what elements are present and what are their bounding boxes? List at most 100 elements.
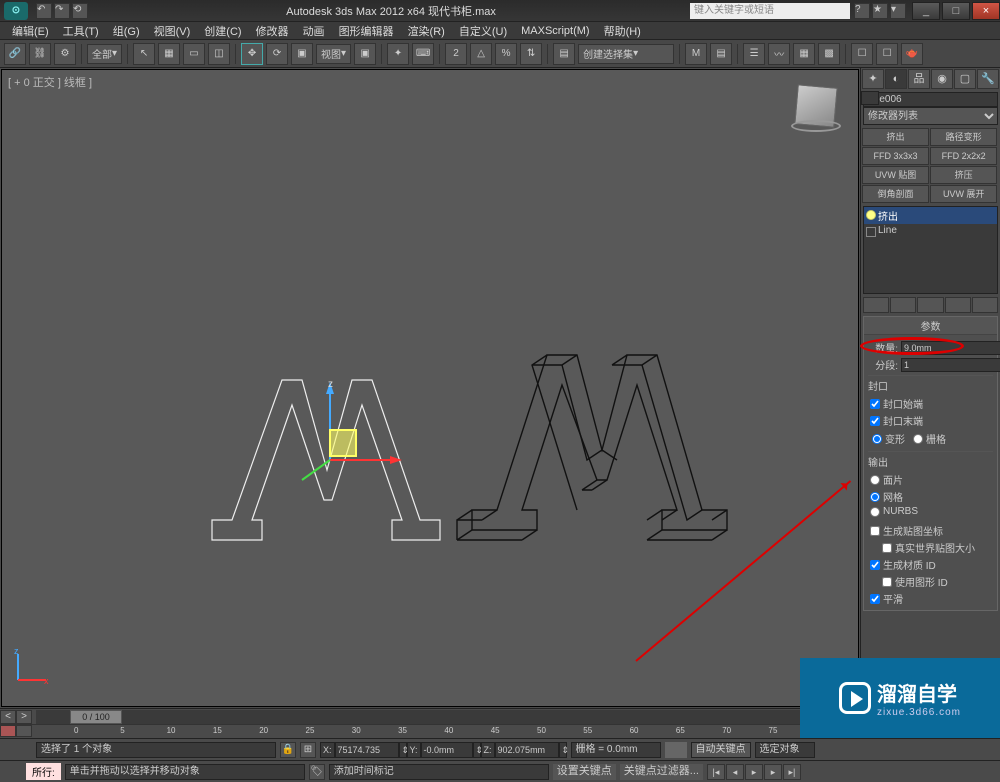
select-name-icon[interactable]: ▦ bbox=[158, 43, 180, 65]
scale-icon[interactable]: ▣ bbox=[291, 43, 313, 65]
layer-icon[interactable]: ☰ bbox=[743, 43, 765, 65]
spinner-icon[interactable]: ⇕ bbox=[473, 742, 481, 758]
link-icon[interactable]: 🔗 bbox=[4, 43, 26, 65]
spinner-icon[interactable]: ⇕ bbox=[559, 742, 567, 758]
genmap-checkbox[interactable] bbox=[870, 526, 880, 536]
menu-tools[interactable]: 工具(T) bbox=[57, 23, 105, 39]
unlink-icon[interactable]: ⛓ bbox=[29, 43, 51, 65]
nurbs-radio[interactable] bbox=[870, 507, 880, 517]
mod-btn-extrude[interactable]: 挤出 bbox=[862, 128, 929, 146]
morph-radio[interactable] bbox=[872, 434, 882, 444]
amount-input[interactable] bbox=[901, 341, 1000, 355]
autokey-button[interactable]: 自动关键点 bbox=[691, 742, 751, 758]
keyselset-dropdown[interactable]: 选定对象 bbox=[755, 742, 815, 758]
tab-utility-icon[interactable]: 🔧 bbox=[977, 69, 999, 89]
menu-render[interactable]: 渲染(R) bbox=[402, 23, 451, 39]
lock-icon[interactable]: 🔒 bbox=[280, 742, 296, 758]
goto-end-icon[interactable]: ▸| bbox=[783, 764, 801, 780]
menu-customize[interactable]: 自定义(U) bbox=[453, 23, 513, 39]
next-frame-icon[interactable]: ▸ bbox=[764, 764, 782, 780]
timetag-field[interactable]: 添加时间标记 bbox=[329, 764, 549, 780]
mod-btn-uvwunwrap[interactable]: UVW 展开 bbox=[930, 185, 997, 203]
menu-group[interactable]: 组(G) bbox=[107, 23, 146, 39]
y-input[interactable]: -0.0mm bbox=[421, 742, 473, 758]
tab-display-icon[interactable]: ▢ bbox=[954, 69, 976, 89]
trackbar-icon[interactable] bbox=[16, 725, 32, 737]
minimize-button[interactable]: _ bbox=[912, 2, 940, 20]
menu-grapheditor[interactable]: 图形编辑器 bbox=[333, 23, 400, 39]
filter-dropdown[interactable]: 全部 ▾ bbox=[87, 44, 122, 64]
tab-hierarchy-icon[interactable]: 品 bbox=[908, 69, 930, 89]
mirror-icon[interactable]: M bbox=[685, 43, 707, 65]
help-config-icon[interactable]: ★ bbox=[872, 3, 888, 19]
move-icon[interactable]: ✥ bbox=[241, 43, 263, 65]
snapangle-icon[interactable]: △ bbox=[470, 43, 492, 65]
snap2d-icon[interactable]: 2 bbox=[445, 43, 467, 65]
realworld-checkbox[interactable] bbox=[882, 543, 892, 553]
rotate-icon[interactable]: ⟳ bbox=[266, 43, 288, 65]
tab-create-icon[interactable]: ✦ bbox=[862, 69, 884, 89]
script-prompt[interactable]: 所行: bbox=[26, 763, 61, 780]
select-icon[interactable]: ↖ bbox=[133, 43, 155, 65]
keyboard-icon[interactable]: ⌨ bbox=[412, 43, 434, 65]
refcoord-dropdown[interactable]: 视图 ▾ bbox=[316, 44, 351, 64]
trackbar-icon[interactable] bbox=[0, 725, 16, 737]
mod-btn-ffd222[interactable]: FFD 2x2x2 bbox=[930, 147, 997, 165]
cap-end-checkbox[interactable] bbox=[870, 416, 880, 426]
setkey-button[interactable]: 设置关键点 bbox=[553, 764, 616, 780]
smooth-checkbox[interactable] bbox=[870, 594, 880, 604]
snappct-icon[interactable]: % bbox=[495, 43, 517, 65]
spinner-snap-icon[interactable]: ⇅ bbox=[520, 43, 542, 65]
schematic-icon[interactable]: ▦ bbox=[793, 43, 815, 65]
menu-views[interactable]: 视图(V) bbox=[148, 23, 197, 39]
prev-frame-icon[interactable]: ◂ bbox=[726, 764, 744, 780]
spinner-icon[interactable]: ⇕ bbox=[399, 742, 407, 758]
curve-editor-icon[interactable]: 〰 bbox=[768, 43, 790, 65]
grid-radio[interactable] bbox=[913, 434, 923, 444]
remove-mod-icon[interactable] bbox=[945, 297, 971, 313]
help-menu-icon[interactable]: ▾ bbox=[890, 3, 906, 19]
help-search-input[interactable]: 键入关键字或短语 bbox=[690, 3, 850, 19]
material-icon[interactable]: ▩ bbox=[818, 43, 840, 65]
genmat-checkbox[interactable] bbox=[870, 560, 880, 570]
menu-help[interactable]: 帮助(H) bbox=[598, 23, 647, 39]
menu-maxscript[interactable]: MAXScript(M) bbox=[515, 25, 595, 37]
mesh-radio[interactable] bbox=[870, 492, 880, 502]
modifier-stack[interactable]: 挤出 Line bbox=[863, 206, 998, 294]
mod-btn-pathdeform[interactable]: 路径变形 bbox=[930, 128, 997, 146]
maximize-button[interactable]: □ bbox=[942, 2, 970, 20]
menu-edit[interactable]: 编辑(E) bbox=[6, 23, 55, 39]
modifier-list-dropdown[interactable]: 修改器列表 bbox=[863, 107, 998, 125]
timeconfig-icon[interactable]: < bbox=[0, 710, 16, 724]
stack-item-extrude[interactable]: 挤出 bbox=[864, 207, 997, 224]
z-input[interactable]: 902.075mm bbox=[495, 742, 559, 758]
make-unique-icon[interactable] bbox=[917, 297, 943, 313]
x-input[interactable]: 75174.735 bbox=[335, 742, 399, 758]
namedsel-icon[interactable]: ▤ bbox=[553, 43, 575, 65]
help-icon[interactable]: ? bbox=[854, 3, 870, 19]
close-button[interactable]: × bbox=[972, 2, 1000, 20]
key-toggle-icon[interactable] bbox=[665, 742, 687, 758]
time-handle[interactable]: 0 / 100 bbox=[70, 710, 122, 724]
stack-item-line[interactable]: Line bbox=[864, 224, 997, 237]
bind-icon[interactable]: ⚙ bbox=[54, 43, 76, 65]
qat-btn[interactable]: ↷ bbox=[54, 3, 70, 19]
useshape-checkbox[interactable] bbox=[882, 577, 892, 587]
menu-create[interactable]: 创建(C) bbox=[198, 23, 247, 39]
viewport-label[interactable]: [ + 0 正交 ] 线框 ] bbox=[8, 74, 92, 90]
tag-icon[interactable]: 🏷 bbox=[309, 764, 325, 780]
viewcube[interactable] bbox=[788, 78, 844, 134]
pin-stack-icon[interactable] bbox=[863, 297, 889, 313]
select-rect-icon[interactable]: ▭ bbox=[183, 43, 205, 65]
mod-btn-squeeze[interactable]: 挤压 bbox=[930, 166, 997, 184]
pivot-icon[interactable]: ▣ bbox=[354, 43, 376, 65]
render-setup-icon[interactable]: ☐ bbox=[851, 43, 873, 65]
show-end-icon[interactable] bbox=[890, 297, 916, 313]
tab-motion-icon[interactable]: ◉ bbox=[931, 69, 953, 89]
named-selset-dropdown[interactable]: 创建选择集 ▾ bbox=[578, 44, 674, 64]
play-icon[interactable]: ▸ bbox=[745, 764, 763, 780]
viewport[interactable]: [ + 0 正交 ] 线框 ] bbox=[1, 69, 859, 707]
segments-input[interactable] bbox=[901, 358, 1000, 372]
mod-btn-ffd333[interactable]: FFD 3x3x3 bbox=[862, 147, 929, 165]
rollout-header[interactable]: 参数 bbox=[864, 317, 997, 335]
